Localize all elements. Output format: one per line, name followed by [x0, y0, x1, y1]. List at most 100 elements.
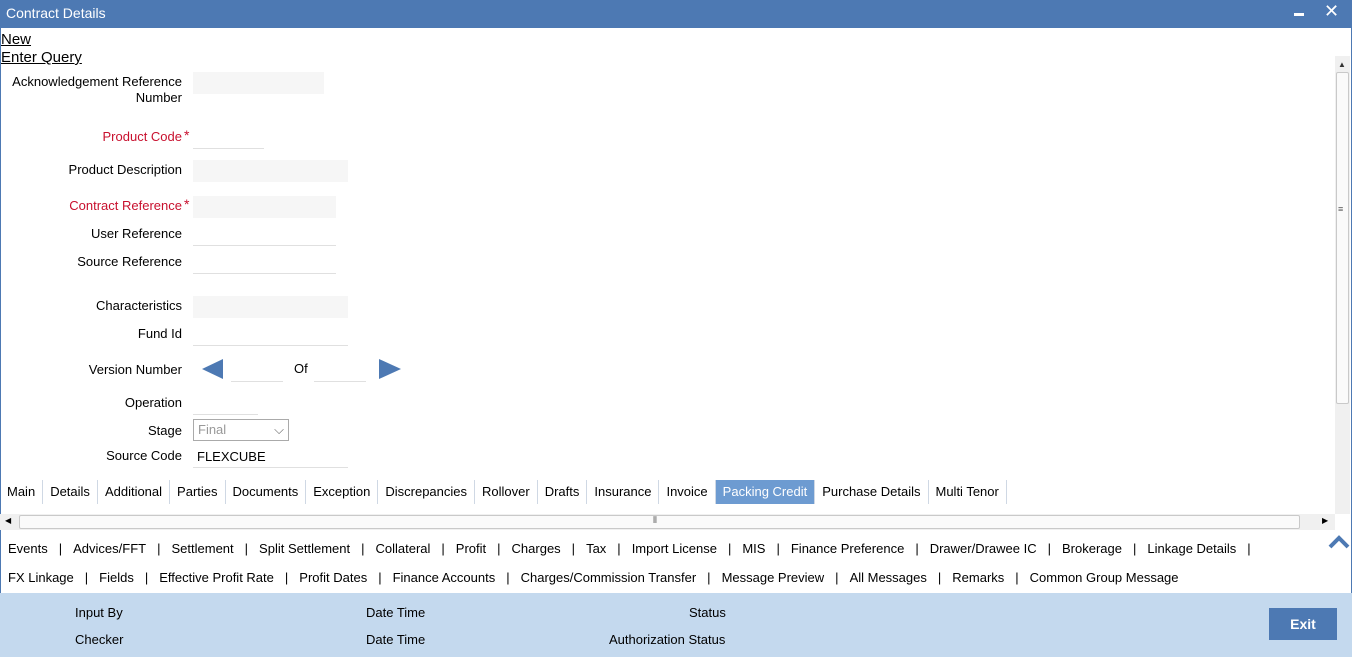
- required-icon: *: [184, 196, 190, 212]
- subscreen-linkage-details[interactable]: Linkage Details: [1147, 541, 1236, 556]
- product-desc-label: Product Description: [68, 162, 182, 177]
- subscreen-fields[interactable]: Fields: [99, 570, 134, 585]
- chevron-down-icon: ⌵: [274, 422, 284, 437]
- horizontal-scrollbar[interactable]: ◀ ⦀ ▶: [0, 514, 1335, 530]
- characteristics-field[interactable]: [193, 296, 348, 318]
- of-label: Of: [294, 361, 308, 376]
- source-ref-label: Source Reference: [77, 254, 182, 269]
- tab-rollover[interactable]: Rollover: [475, 480, 538, 504]
- subscreen-finance-accounts[interactable]: Finance Accounts: [393, 570, 496, 585]
- grip-icon: ≡: [1338, 204, 1344, 214]
- subscreen-message-preview[interactable]: Message Preview: [722, 570, 825, 585]
- subscreen-profit[interactable]: Profit: [456, 541, 486, 556]
- stage-label: Stage: [148, 423, 182, 438]
- scroll-right-icon[interactable]: ▶: [1322, 516, 1328, 525]
- subscreen-collateral[interactable]: Collateral: [375, 541, 430, 556]
- subscreen-common-group-message[interactable]: Common Group Message: [1030, 570, 1179, 585]
- subscreen-settlement[interactable]: Settlement: [172, 541, 234, 556]
- separator: |: [378, 570, 382, 585]
- separator: |: [707, 570, 711, 585]
- enter-query-link[interactable]: Enter Query: [1, 49, 82, 67]
- stage-select[interactable]: Final ⌵: [193, 419, 289, 441]
- scroll-up-icon[interactable]: ▲: [1338, 60, 1346, 69]
- fund-id-label: Fund Id: [137, 326, 182, 341]
- subscreen-finance-preference[interactable]: Finance Preference: [791, 541, 904, 556]
- subscreen-mis[interactable]: MIS: [742, 541, 765, 556]
- subscreen-events[interactable]: Events: [8, 541, 48, 556]
- action-links: New Enter Query: [1, 31, 82, 67]
- tab-insurance[interactable]: Insurance: [587, 480, 660, 504]
- tab-invoice[interactable]: Invoice: [659, 480, 716, 504]
- operation-label: Operation: [124, 395, 182, 410]
- date-time-label: Date Time: [366, 605, 426, 620]
- tab-drafts[interactable]: Drafts: [538, 480, 588, 504]
- version-number-field[interactable]: [231, 360, 283, 382]
- subscreen-charges-commission-transfer[interactable]: Charges/Commission Transfer: [521, 570, 697, 585]
- scroll-left-icon[interactable]: ◀: [5, 516, 11, 525]
- tab-bar: Main Details Additional Parties Documents Exc…: [0, 480, 1007, 504]
- separator: |: [571, 541, 576, 556]
- audit-footer: [0, 593, 1352, 657]
- tab-documents[interactable]: Documents: [226, 480, 307, 504]
- subscreen-remarks[interactable]: Remarks: [952, 570, 1004, 585]
- tab-exception[interactable]: Exception: [306, 480, 379, 504]
- subscreen-brokerage[interactable]: Brokerage: [1062, 541, 1122, 556]
- tab-purchase-details[interactable]: Purchase Details: [815, 480, 929, 504]
- subscreen-import-license[interactable]: Import License: [632, 541, 717, 556]
- separator: |: [776, 541, 780, 556]
- product-code-field[interactable]: [193, 127, 264, 149]
- user-ref-label: User Reference: [90, 226, 182, 241]
- tab-packing-credit[interactable]: Packing Credit: [715, 480, 816, 504]
- subscreen-drawer-drawee-ic[interactable]: Drawer/Drawee IC: [930, 541, 1037, 556]
- window-title: Contract Details: [6, 5, 106, 21]
- subscreen-effective-profit-rate[interactable]: Effective Profit Rate: [159, 570, 274, 585]
- separator: |: [1133, 541, 1137, 556]
- tab-parties[interactable]: Parties: [170, 480, 226, 504]
- minimize-icon[interactable]: [1294, 13, 1304, 16]
- source-ref-field[interactable]: [193, 252, 336, 274]
- separator: |: [284, 570, 289, 585]
- separator: |: [497, 541, 501, 556]
- subscreen-advices-fft[interactable]: Advices/FFT: [73, 541, 146, 556]
- tab-multi-tenor[interactable]: Multi Tenor: [929, 480, 1007, 504]
- ack-ref-field[interactable]: [193, 72, 324, 94]
- separator: |: [506, 570, 510, 585]
- separator: |: [915, 541, 919, 556]
- subscreen-fx-linkage[interactable]: FX Linkage: [8, 570, 74, 585]
- tab-additional[interactable]: Additional: [98, 480, 171, 504]
- separator: |: [144, 570, 149, 585]
- product-desc-field[interactable]: [193, 160, 348, 182]
- scrollbar-thumb[interactable]: [19, 515, 1300, 529]
- source-code-field[interactable]: [193, 446, 348, 468]
- exit-button[interactable]: Exit: [1269, 608, 1337, 640]
- subscreen-tax[interactable]: Tax: [586, 541, 606, 556]
- separator: |: [84, 570, 89, 585]
- tab-discrepancies[interactable]: Discrepancies: [378, 480, 476, 504]
- scrollbar-thumb[interactable]: [1336, 72, 1349, 404]
- previous-version-icon[interactable]: [201, 358, 225, 380]
- separator: |: [727, 541, 732, 556]
- subscreen-charges[interactable]: Charges: [512, 541, 561, 556]
- operation-field[interactable]: [193, 393, 258, 415]
- total-versions-field[interactable]: [314, 360, 366, 382]
- status-label: Status: [689, 605, 726, 620]
- user-ref-field[interactable]: [193, 224, 336, 246]
- separator: |: [617, 541, 621, 556]
- tab-details[interactable]: Details: [43, 480, 98, 504]
- separator: |: [441, 541, 445, 556]
- new-link[interactable]: New: [1, 31, 82, 49]
- subscreen-all-messages[interactable]: All Messages: [850, 570, 927, 585]
- vertical-scrollbar[interactable]: ▲ ≡: [1335, 56, 1350, 514]
- subscreen-split-settlement[interactable]: Split Settlement: [259, 541, 350, 556]
- next-version-icon[interactable]: [378, 358, 402, 380]
- auth-status-label: Authorization Status: [609, 632, 726, 647]
- characteristics-label: Characteristics: [96, 298, 182, 313]
- contract-ref-field[interactable]: [193, 196, 336, 218]
- fund-id-field[interactable]: [193, 324, 348, 346]
- collapse-icon[interactable]: [1327, 533, 1351, 551]
- tab-main[interactable]: Main: [0, 480, 44, 504]
- source-code-label: Source Code: [106, 448, 182, 463]
- subscreen-profit-dates[interactable]: Profit Dates: [299, 570, 367, 585]
- close-icon[interactable]: ✕: [1324, 1, 1339, 22]
- separator: |: [937, 570, 942, 585]
